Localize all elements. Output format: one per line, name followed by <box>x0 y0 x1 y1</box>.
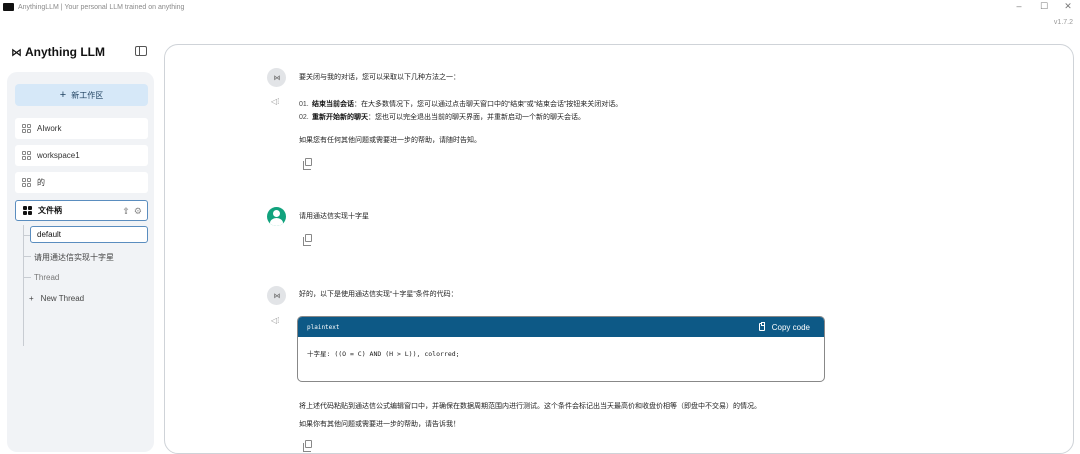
copy-code-label: Copy code <box>771 322 810 332</box>
plus-icon: + <box>59 88 67 101</box>
code-block-header: plaintext Copy code <box>298 317 824 337</box>
list-bold: 重新开始新的聊天 <box>311 114 368 121</box>
plus-icon: + <box>29 294 34 303</box>
list-text: ：在大多数情况下，您可以通过点击聊天窗口中的“结束”或“结束会话”按钮来关闭对话… <box>353 101 623 108</box>
speaker-icon[interactable]: ◁⁞ <box>271 97 279 106</box>
code-block: plaintext Copy code 十字星: ((O = C) AND (H… <box>297 316 825 382</box>
app-icon <box>3 3 14 11</box>
thread-item-thread[interactable]: Thread <box>34 273 59 282</box>
assistant-followup: 将上述代码粘贴到通达信公式编辑窗口中，并确保在数据周期范围内进行测试。这个条件会… <box>299 403 761 410</box>
list-item: 02. 重新开始新的聊天：您也可以完全退出当前的聊天界面，并重新启动一个新的聊天… <box>299 113 585 122</box>
thread-branch <box>23 256 31 257</box>
assistant-avatar: ⋈ <box>267 68 286 87</box>
list-number: 02. <box>299 114 309 121</box>
sidebar: + 新工作区 AIwork workspace1 的 文件柄 ⇪ ⚙ defau… <box>7 72 154 452</box>
assistant-intro: 好的，以下是使用通达信实现“十字星”条件的代码： <box>299 291 458 298</box>
user-message: 请用通达信实现十字星 <box>299 213 369 220</box>
title-bar: AnythingLLM | Your personal LLM trained … <box>0 0 1080 14</box>
workspace-actions: ⇪ ⚙ <box>122 205 142 217</box>
gear-icon[interactable]: ⚙ <box>134 205 142 217</box>
user-avatar <box>267 207 286 226</box>
workspace-grid-icon <box>22 124 31 133</box>
workspace-item-workspace1[interactable]: workspace1 <box>15 145 148 166</box>
list-item: 01. 结束当前会话：在大多数情况下，您可以通过点击聊天窗口中的“结束”或“结束… <box>299 100 622 109</box>
version-label: v1.7.2 <box>1053 19 1073 26</box>
copy-message-icon[interactable] <box>303 234 312 246</box>
speaker-icon[interactable]: ◁⁞ <box>271 316 279 325</box>
workspace-grid-icon <box>23 206 32 215</box>
workspace-label: workspace1 <box>37 151 80 160</box>
thread-branch <box>23 277 31 278</box>
anythingllm-logo-icon: ⋈ <box>11 46 22 59</box>
workspace-label: 的 <box>37 178 45 187</box>
assistant-intro: 要关闭与我的对话，您可以采取以下几种方法之一： <box>299 74 460 81</box>
workspace-grid-icon <box>22 151 31 160</box>
assistant-avatar: ⋈ <box>267 286 286 305</box>
close-button[interactable]: ✕ <box>1058 0 1078 14</box>
copy-message-icon[interactable] <box>303 158 312 170</box>
assistant-outro: 如果你有其他问题或需要进一步的帮助，请告诉我！ <box>299 421 460 428</box>
minimize-button[interactable]: – <box>1009 0 1029 14</box>
copy-code-button[interactable]: Copy code <box>758 322 810 332</box>
list-text: ：您也可以完全退出当前的聊天界面，并重新启动一个新的聊天会话。 <box>367 114 585 121</box>
new-workspace-label: 新工作区 <box>71 90 104 100</box>
upload-icon[interactable]: ⇪ <box>122 205 130 217</box>
workspace-item-aiwork[interactable]: AIwork <box>15 118 148 139</box>
workspace-item-active[interactable]: 文件柄 ⇪ ⚙ <box>15 200 148 221</box>
new-workspace-button[interactable]: + 新工作区 <box>15 84 148 106</box>
window-title: AnythingLLM | Your personal LLM trained … <box>18 3 185 11</box>
list-number: 01. <box>299 101 309 108</box>
workspace-label: AIwork <box>37 124 62 133</box>
new-thread-button[interactable]: + New Thread <box>29 294 84 303</box>
code-language: plaintext <box>307 323 340 331</box>
assistant-outro: 如果您有任何其他问题或需要进一步的帮助，请随时告知。 <box>299 137 481 144</box>
thread-tree-line <box>23 225 24 346</box>
maximize-button[interactable]: ☐ <box>1034 0 1054 14</box>
clipboard-icon <box>758 322 765 331</box>
thread-item-cross-star[interactable]: 请用通达信实现十字星 <box>34 252 114 263</box>
new-thread-label: New Thread <box>40 294 85 303</box>
brand: ⋈ Anything LLM <box>11 45 105 59</box>
workspace-item-de[interactable]: 的 <box>15 172 148 193</box>
code-content: 十字星: ((O = C) AND (H > L)), colorred; <box>307 350 460 358</box>
thread-item-default[interactable]: default <box>30 226 148 243</box>
sidebar-toggle-icon[interactable] <box>135 46 147 56</box>
brand-name: Anything LLM <box>25 45 105 59</box>
list-bold: 结束当前会话 <box>311 101 354 108</box>
workspace-label: 文件柄 <box>38 206 62 215</box>
workspace-grid-icon <box>22 178 31 187</box>
